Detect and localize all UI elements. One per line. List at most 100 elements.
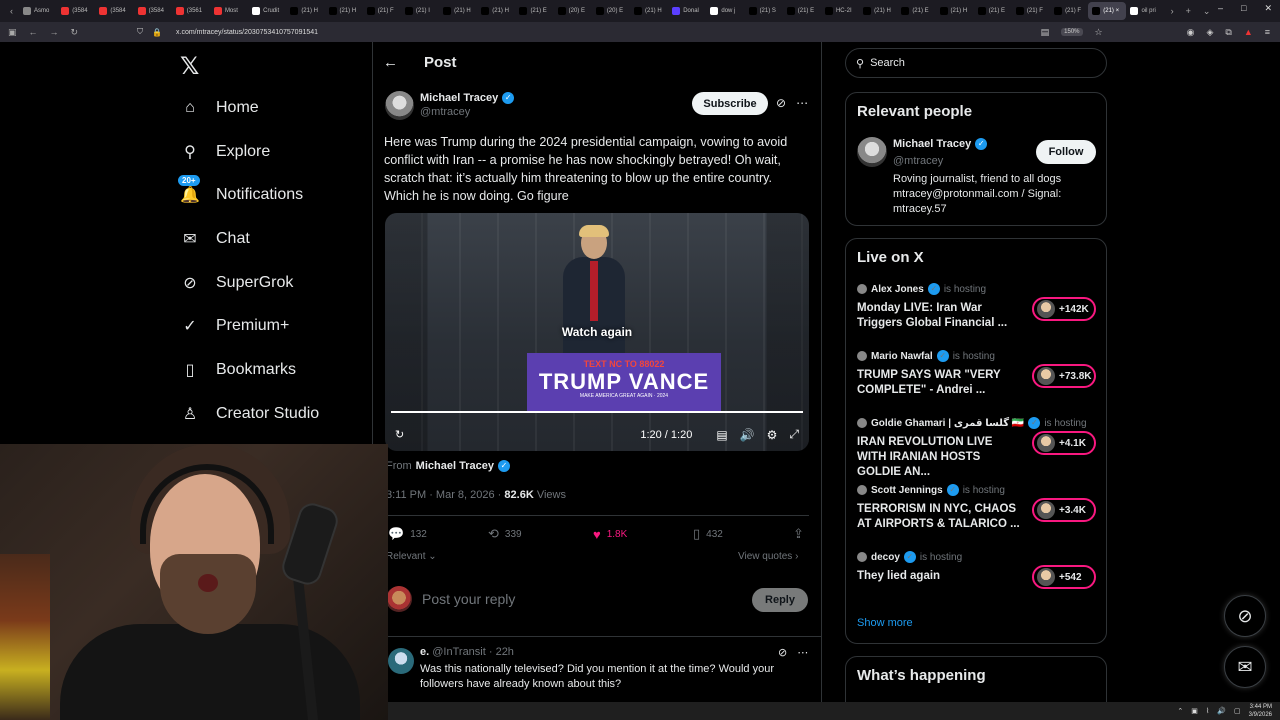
network-icon[interactable]: ⌇ xyxy=(1206,707,1209,715)
browser-tab[interactable]: HC-2I xyxy=(821,2,859,20)
from-name[interactable]: Michael Tracey xyxy=(416,460,494,472)
live-item[interactable]: Alex Jones ✓ is hosting Monday LIVE: Iran W… xyxy=(857,283,1097,331)
browser-tab[interactable]: (21) S xyxy=(745,2,783,20)
nav-item-creator-studio[interactable]: ♙ Creator Studio xyxy=(178,402,319,426)
live-title[interactable]: Monday LIVE: Iran War Triggers Global Fi… xyxy=(857,301,1025,331)
browser-tab[interactable]: (21) H xyxy=(859,2,897,20)
live-listeners-pill[interactable]: +73.8K xyxy=(1032,364,1096,388)
browser-tab[interactable]: (3584 xyxy=(134,2,172,20)
tab-scroll-left-icon[interactable]: ‹ xyxy=(10,6,13,16)
live-host-name[interactable]: Alex Jones xyxy=(871,284,924,295)
menu-icon[interactable]: ≡ xyxy=(1265,27,1270,37)
browser-tab[interactable]: (21) F xyxy=(1012,2,1050,20)
nav-item-bookmarks[interactable]: ▯ Bookmarks xyxy=(178,358,296,382)
browser-tab[interactable]: (21) I xyxy=(401,2,439,20)
browser-tab[interactable]: oil pri xyxy=(1126,2,1164,20)
more-options-icon[interactable]: ⋯ xyxy=(796,96,808,110)
more-options-icon[interactable]: ⋯ xyxy=(797,646,808,659)
browser-tab[interactable]: (21) E xyxy=(515,2,553,20)
browser-tab[interactable]: (21) F xyxy=(363,2,401,20)
follow-button[interactable]: Follow xyxy=(1036,140,1096,164)
browser-tab[interactable]: (21) H xyxy=(286,2,324,20)
live-title[interactable]: They lied again xyxy=(857,569,1025,584)
tray-icon[interactable]: ▢ xyxy=(1234,707,1241,715)
live-listeners-pill[interactable]: +4.1K xyxy=(1032,431,1096,455)
extensions-icon[interactable]: ⧉ xyxy=(1225,27,1231,38)
browser-tab[interactable]: (21) H xyxy=(936,2,974,20)
messages-fab-button[interactable]: ✉ xyxy=(1224,646,1266,688)
browser-tab[interactable]: (21) H xyxy=(439,2,477,20)
show-more-link[interactable]: Show more xyxy=(857,617,913,629)
share-action[interactable]: ⇪ xyxy=(793,526,804,542)
post-timestamp[interactable]: 3:11 PM · Mar 8, 2026 · xyxy=(386,489,501,501)
search-input[interactable]: ⚲ Search xyxy=(845,48,1107,78)
nav-item-notifications[interactable]: 🔔 20+ Notifications xyxy=(178,175,303,207)
browser-tab[interactable]: (21) H xyxy=(630,2,668,20)
reader-view-icon[interactable]: ▤ xyxy=(1041,27,1050,38)
nav-item-explore[interactable]: ⚲ Explore xyxy=(178,140,270,164)
live-title[interactable]: TRUMP SAYS WAR "VERY COMPLETE" - Andrei … xyxy=(857,368,1025,398)
new-tab-icon[interactable]: + xyxy=(1186,6,1191,16)
browser-tab[interactable]: Donal xyxy=(668,2,706,20)
bookmark-action[interactable]: ▯ 432 xyxy=(693,526,793,542)
bookmark-star-icon[interactable]: ☆ xyxy=(1095,27,1103,38)
fullscreen-icon[interactable]: ⤢ xyxy=(789,427,799,442)
live-host-name[interactable]: decoy xyxy=(871,552,900,563)
reply-author-name[interactable]: e. xyxy=(420,646,429,658)
x-logo[interactable]: 𝕏 xyxy=(180,52,199,81)
author-avatar[interactable] xyxy=(385,91,414,120)
author-name[interactable]: Michael Tracey xyxy=(420,92,498,104)
volume-icon[interactable]: 🔊 xyxy=(740,428,755,442)
browser-tab[interactable]: (20) E xyxy=(554,2,592,20)
reply-button[interactable]: Reply xyxy=(752,588,808,612)
live-listeners-pill[interactable]: +142K xyxy=(1032,297,1096,321)
relevant-person-avatar[interactable] xyxy=(857,137,887,167)
nav-item-home[interactable]: ⌂ Home xyxy=(178,96,259,120)
live-title[interactable]: IRAN REVOLUTION LIVE WITH IRANIAN HOSTS … xyxy=(857,435,1025,480)
browser-tab[interactable]: Crudit xyxy=(248,2,286,20)
browser-tab[interactable]: (3561 xyxy=(172,2,210,20)
video-player[interactable]: TEXT NC TO 88022 TRUMP VANCE MAKE AMERIC… xyxy=(385,213,809,451)
lock-icon[interactable]: 🔒 xyxy=(152,28,162,37)
live-item[interactable]: Goldie Ghamari | گلسا قمری 🇮🇷 ✓ is hosting… xyxy=(857,417,1097,480)
browser-tab[interactable]: (3584 xyxy=(95,2,133,20)
reply-action[interactable]: 💬 132 xyxy=(388,526,488,542)
browser-tab[interactable]: (21) H xyxy=(477,2,515,20)
sidebar-toggle-icon[interactable]: ▣ xyxy=(8,27,17,38)
tab-scroll-right-icon[interactable]: › xyxy=(1171,6,1174,16)
captions-icon[interactable]: ▤ xyxy=(716,428,727,442)
system-clock[interactable]: 3:44 PM 3/9/2026 xyxy=(1249,703,1272,719)
nav-item-premium[interactable]: ✓ Premium+ xyxy=(178,314,289,338)
url-field[interactable]: x.com/mtracey/status/2030753410757091541 xyxy=(176,29,318,36)
live-item[interactable]: Scott Jennings ✓ is hosting TERRORISM IN NY… xyxy=(857,484,1097,532)
zoom-level[interactable]: 150% xyxy=(1061,28,1083,36)
volume-icon[interactable]: 🔊 xyxy=(1217,707,1226,715)
author-handle[interactable]: @mtracey xyxy=(420,106,514,118)
browser-tab[interactable]: (20) E xyxy=(592,2,630,20)
live-listeners-pill[interactable]: +542 xyxy=(1032,565,1096,589)
reply-author-handle[interactable]: @InTransit · 22h xyxy=(432,646,514,658)
live-host-name[interactable]: Scott Jennings xyxy=(871,485,943,496)
shield-icon[interactable]: ⛉ xyxy=(137,27,143,37)
watch-again-button[interactable]: Watch again xyxy=(385,325,809,339)
relevant-person-handle[interactable]: @mtracey xyxy=(893,155,943,167)
browser-tab[interactable]: (21) F xyxy=(1050,2,1088,20)
grok-icon[interactable]: ⊘ xyxy=(778,646,787,659)
minimize-icon[interactable]: – xyxy=(1218,3,1223,14)
browser-tab[interactable]: (21) E xyxy=(783,2,821,20)
relevant-person-name-row[interactable]: Michael Tracey ✓ xyxy=(893,138,988,150)
account-icon[interactable]: ◉ xyxy=(1187,27,1195,38)
browser-tab[interactable]: Asmo xyxy=(19,2,57,20)
browser-tab[interactable]: Most xyxy=(210,2,248,20)
reply-input[interactable]: Post your reply xyxy=(422,591,515,607)
close-window-icon[interactable]: ✕ xyxy=(1264,3,1272,14)
live-host-name[interactable]: Goldie Ghamari | گلسا قمری 🇮🇷 xyxy=(871,418,1024,429)
like-action[interactable]: ♥ 1.8K xyxy=(593,527,693,542)
tray-icon[interactable]: ▣ xyxy=(1191,707,1198,715)
tray-expand-icon[interactable]: ⌃ xyxy=(1177,707,1183,715)
pocket-icon[interactable]: ◈ xyxy=(1206,27,1213,38)
tab-list-icon[interactable]: ⌄ xyxy=(1203,6,1211,17)
live-listeners-pill[interactable]: +3.4K xyxy=(1032,498,1096,522)
live-item[interactable]: decoy ✓ is hosting They lied again +542 xyxy=(857,551,1097,589)
nav-item-chat[interactable]: ✉ Chat xyxy=(178,227,250,251)
